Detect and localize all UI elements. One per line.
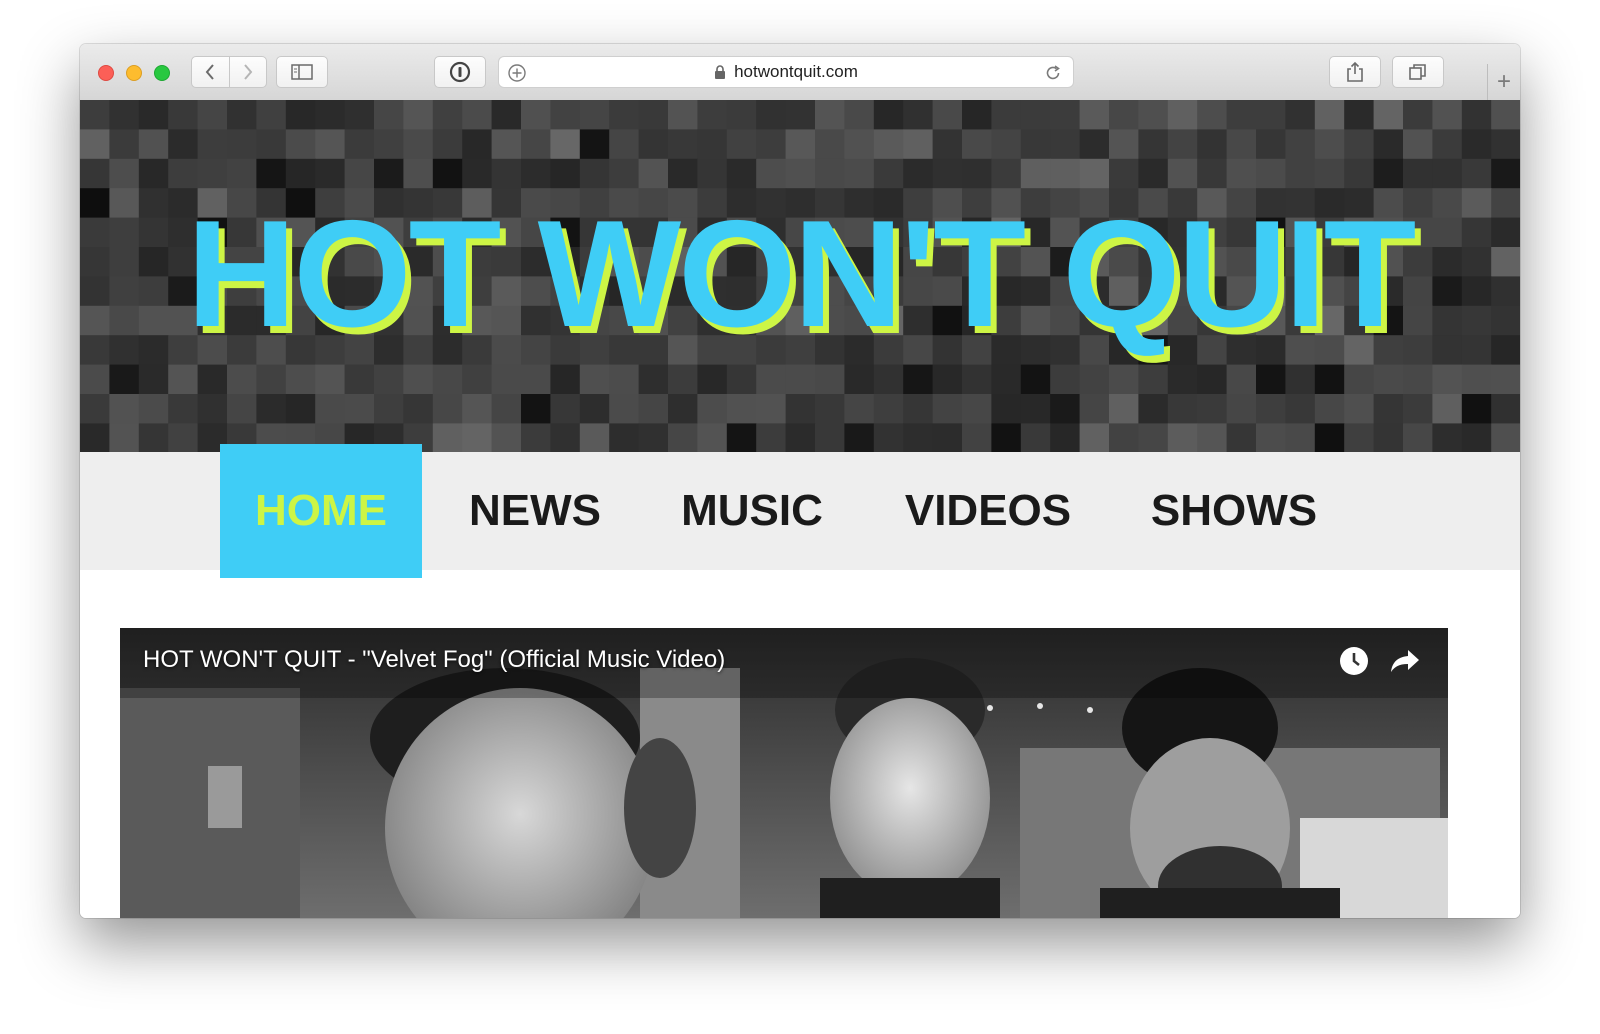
browser-toolbar: hotwontquit.com + (80, 44, 1520, 101)
share-icon (1347, 61, 1363, 82)
reload-icon[interactable] (1043, 63, 1063, 88)
nav-item-home[interactable]: HOME (220, 444, 422, 578)
new-tab-button[interactable]: + (1487, 64, 1520, 100)
nav-item-music[interactable]: MUSIC (664, 452, 840, 570)
sidebar-button[interactable] (276, 56, 328, 88)
nav-item-videos[interactable]: VIDEOS (890, 452, 1086, 570)
share-button[interactable] (1329, 56, 1381, 88)
address-bar[interactable]: hotwontquit.com (498, 56, 1074, 88)
plus-icon: + (1496, 68, 1511, 95)
tabs-overview-icon (1409, 64, 1426, 80)
history-nav (191, 56, 267, 88)
nav-item-news[interactable]: NEWS (450, 452, 620, 570)
main-nav: HOME NEWS MUSIC VIDEOS SHOWS (80, 444, 1520, 578)
chevron-right-icon (243, 64, 253, 80)
password-manager-button[interactable] (434, 56, 486, 88)
forward-button[interactable] (228, 57, 267, 87)
lock-icon (714, 64, 726, 80)
hero-banner: HOT WON'T QUIT (80, 100, 1520, 452)
close-window-button[interactable] (98, 65, 114, 81)
url-text: hotwontquit.com (734, 62, 858, 81)
browser-window: hotwontquit.com + HOT WON'T QUIT HOME NE… (80, 44, 1520, 918)
video-player[interactable]: HOT WON'T QUIT - "Velvet Fog" (Official … (120, 628, 1448, 918)
sidebar-icon (291, 64, 313, 80)
video-title: HOT WON'T QUIT - "Velvet Fog" (Official … (143, 646, 726, 673)
back-button[interactable] (192, 57, 229, 87)
page-content: HOT WON'T QUIT HOME NEWS MUSIC VIDEOS SH… (80, 100, 1520, 918)
chevron-left-icon (205, 64, 215, 80)
minimize-window-button[interactable] (126, 65, 142, 81)
tabs-overview-button[interactable] (1392, 56, 1444, 88)
share-icon[interactable] (1388, 644, 1422, 678)
site-title: HOT WON'T QUIT (186, 189, 1417, 359)
watch-later-icon[interactable] (1337, 644, 1371, 678)
nav-item-shows[interactable]: SHOWS (1136, 452, 1332, 570)
password-manager-icon (449, 61, 471, 83)
url-display: hotwontquit.com (499, 57, 1073, 87)
zoom-window-button[interactable] (154, 65, 170, 81)
